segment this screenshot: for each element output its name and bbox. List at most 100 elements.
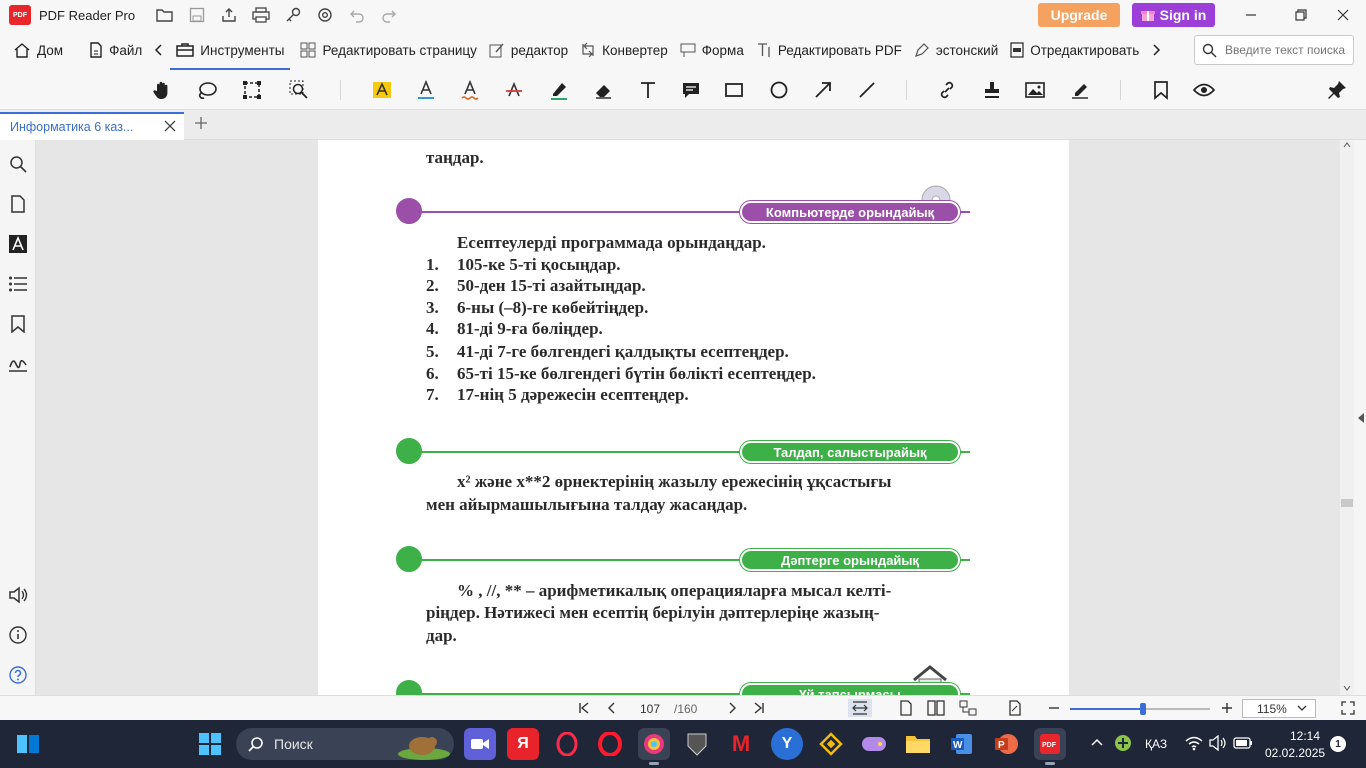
image-icon[interactable] [1021, 77, 1049, 103]
read-aloud-icon[interactable] [6, 583, 30, 607]
menu-home[interactable]: Дом [7, 30, 69, 70]
clock-time[interactable]: 12:14 [1290, 729, 1320, 743]
scroll-down-icon[interactable] [1343, 685, 1351, 691]
taskbar-search[interactable]: Поиск [236, 728, 454, 760]
previous-page-icon[interactable] [602, 699, 622, 717]
maximize-icon[interactable] [1278, 0, 1324, 30]
outline-list-icon[interactable] [6, 272, 30, 296]
zoom-out-icon[interactable] [1044, 699, 1064, 717]
word-icon[interactable]: W [946, 728, 978, 760]
tanks-game-icon[interactable] [681, 728, 713, 760]
upgrade-button[interactable]: Upgrade [1038, 3, 1120, 27]
gamepad-icon[interactable] [858, 728, 890, 760]
y-app-icon[interactable]: Y [771, 728, 803, 760]
stamp-icon[interactable] [978, 77, 1006, 103]
zoom-in-icon[interactable] [1217, 699, 1237, 717]
menu-form[interactable]: Форма [674, 30, 750, 70]
sign-in-button[interactable]: Sign in [1132, 3, 1215, 27]
open-folder-icon[interactable] [149, 0, 181, 30]
help-icon[interactable] [6, 663, 30, 687]
zoom-select[interactable]: 115% [1242, 699, 1316, 718]
close-tab-icon[interactable] [164, 120, 176, 132]
fit-width-icon[interactable] [848, 699, 872, 717]
binance-icon[interactable] [815, 728, 847, 760]
bookmark-icon[interactable] [1147, 77, 1175, 103]
clock-date[interactable]: 02.02.2025 [1265, 746, 1325, 760]
settings-icon[interactable] [309, 0, 341, 30]
highlight-text-icon[interactable] [368, 77, 396, 103]
area-select-icon[interactable] [238, 77, 266, 103]
print-icon[interactable] [245, 0, 277, 30]
info-icon[interactable] [6, 623, 30, 647]
menu-file[interactable]: Файл [83, 30, 148, 70]
show-hidden-icons[interactable] [1090, 737, 1104, 747]
save-icon[interactable] [181, 0, 213, 30]
meet-app-icon[interactable] [464, 728, 496, 760]
yandex-browser-icon[interactable]: Я [507, 728, 539, 760]
circle-icon[interactable] [765, 77, 793, 103]
menu-converter[interactable]: Конвертер [574, 30, 674, 70]
menu-edit-page[interactable]: Редактировать страницу [294, 30, 482, 70]
eraser-icon[interactable] [589, 77, 617, 103]
menu-scroll-right[interactable] [1145, 30, 1167, 70]
strikethrough-text-icon[interactable] [500, 77, 528, 103]
vertical-scrollbar[interactable] [1340, 140, 1354, 695]
two-page-icon[interactable] [926, 699, 946, 717]
first-page-icon[interactable] [574, 699, 594, 717]
menu-tools[interactable]: Инструменты [170, 30, 291, 70]
wifi-icon[interactable] [1185, 735, 1203, 751]
freehand-pen-icon[interactable] [545, 77, 573, 103]
text-panel-icon[interactable] [6, 232, 30, 256]
pdf-reader-taskbar-icon[interactable]: PDF [1034, 728, 1066, 765]
lasso-select-icon[interactable] [193, 77, 221, 103]
link-icon[interactable] [933, 77, 961, 103]
scrollbar-thumb[interactable] [1341, 499, 1353, 507]
single-page-icon[interactable] [896, 699, 916, 717]
search-panel-icon[interactable] [6, 152, 30, 176]
note-icon[interactable] [677, 77, 705, 103]
document-properties-icon[interactable] [1005, 699, 1025, 717]
page-layout-icon[interactable] [958, 699, 978, 717]
eye-icon[interactable] [1190, 77, 1218, 103]
thumbnails-icon[interactable] [6, 192, 30, 216]
right-panel-toggle[interactable] [1354, 140, 1366, 695]
squiggly-text-icon[interactable] [456, 77, 484, 103]
menu-estonian[interactable]: эстонский [908, 30, 1004, 70]
undo-icon[interactable] [341, 0, 373, 30]
opera-gx-icon[interactable] [551, 728, 583, 760]
menu-edit-pdf[interactable]: Редактировать PDF [750, 30, 908, 70]
signature-icon[interactable] [1066, 77, 1094, 103]
expand-right-panel-icon[interactable] [1357, 412, 1365, 424]
underline-text-icon[interactable] [412, 77, 440, 103]
rectangle-icon[interactable] [720, 77, 748, 103]
key-icon[interactable] [277, 0, 309, 30]
photos-app-icon[interactable] [638, 728, 670, 765]
line-icon[interactable] [853, 77, 881, 103]
last-page-icon[interactable] [749, 699, 769, 717]
redo-icon[interactable] [373, 0, 405, 30]
battery-icon[interactable] [1233, 737, 1253, 749]
fullscreen-icon[interactable] [1338, 699, 1358, 717]
opera-icon[interactable] [594, 728, 626, 760]
bookmarks-panel-icon[interactable] [6, 312, 30, 336]
windows-start-icon[interactable] [198, 732, 222, 756]
tray-app-icon[interactable] [1114, 734, 1132, 752]
close-icon[interactable] [1320, 0, 1366, 30]
hand-tool-icon[interactable] [148, 77, 176, 103]
tab-document[interactable]: Информатика 6 каз... [0, 112, 184, 140]
menu-scroll-left[interactable] [148, 30, 170, 70]
new-tab-icon[interactable] [192, 114, 210, 132]
powerpoint-icon[interactable]: P [990, 728, 1022, 760]
scroll-up-icon[interactable] [1343, 142, 1351, 148]
document-viewport[interactable]: таңдар. Компьютерде орындайық Есептеулер… [36, 140, 1340, 695]
input-language[interactable]: ҚАЗ [1145, 737, 1167, 751]
next-page-icon[interactable] [722, 699, 742, 717]
share-icon[interactable] [213, 0, 245, 30]
arrow-icon[interactable] [809, 77, 837, 103]
zoom-area-icon[interactable] [285, 77, 313, 103]
file-explorer-icon[interactable] [902, 728, 934, 760]
signature-panel-icon[interactable] [6, 352, 30, 376]
menu-editor[interactable]: редактор [483, 30, 574, 70]
task-view-icon[interactable] [16, 734, 40, 754]
menu-redact[interactable]: Отредактировать [1004, 30, 1145, 70]
